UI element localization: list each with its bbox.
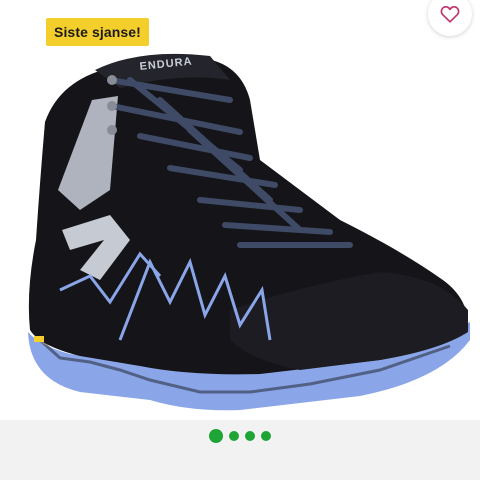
heart-outline-icon — [440, 5, 460, 23]
carousel-dot[interactable] — [261, 431, 271, 441]
carousel-dot[interactable] — [209, 429, 223, 443]
carousel-pagination — [0, 428, 480, 444]
product-image-boot[interactable]: ENDURA — [0, 40, 480, 430]
product-image-area[interactable]: ENDURA Siste sjanse! — [0, 0, 480, 420]
favorite-button[interactable] — [428, 0, 472, 36]
product-card: ENDURA Siste sjanse! — [0, 0, 480, 480]
carousel-dot[interactable] — [229, 431, 239, 441]
last-chance-badge: Siste sjanse! — [46, 18, 149, 46]
carousel-dot[interactable] — [245, 431, 255, 441]
